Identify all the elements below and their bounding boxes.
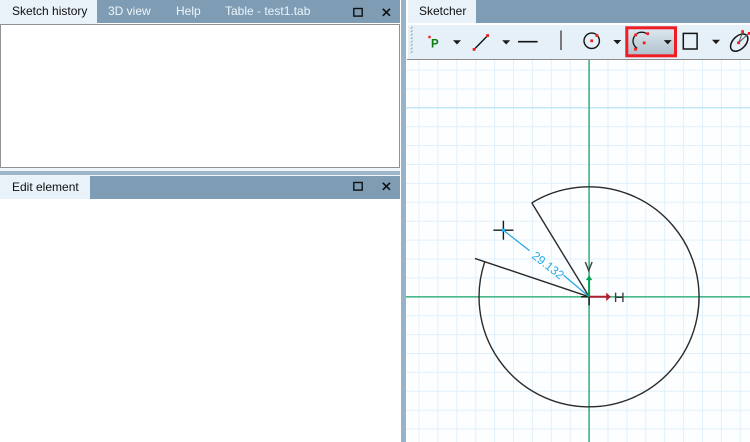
svg-text:P: P xyxy=(431,39,439,51)
